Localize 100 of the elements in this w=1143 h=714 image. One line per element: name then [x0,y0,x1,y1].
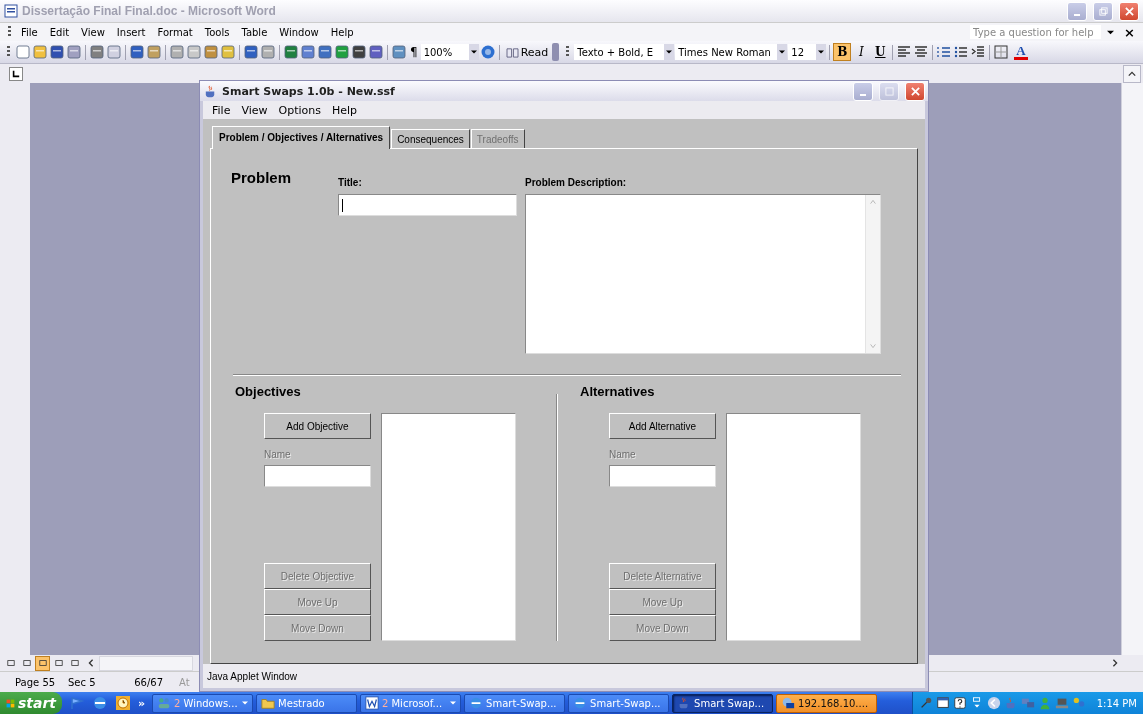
format-button[interactable]: B [833,43,852,61]
caret-up-icon [1128,69,1136,78]
taskbar-button[interactable]: Smart-Swap... [464,693,566,713]
tab[interactable]: Problem / Objectives / Alternatives [212,126,391,149]
window-icon[interactable] [935,696,950,710]
font-dropdown[interactable]: Times New Roman [675,44,788,60]
align-center-icon[interactable] [913,44,930,60]
tab[interactable]: Consequences [391,129,470,148]
toolbar-grip[interactable] [8,26,11,38]
expand-tray-icon[interactable] [986,696,1001,710]
format-button[interactable]: I [852,43,871,61]
network-icon [781,696,796,710]
dropdown-arrow-icon [779,49,786,55]
caret-left-icon [86,659,95,667]
menu-item[interactable]: Help [324,26,360,38]
field-label: Problem Description: [525,177,628,188]
menu-item[interactable]: Table [235,26,274,38]
maximize-icon [884,86,894,96]
help-icon[interactable] [952,696,967,710]
laptop-icon[interactable] [1054,696,1069,710]
caret-down-icon [450,700,457,706]
menu-item[interactable]: Tools [198,26,236,38]
restore-icon [1098,6,1108,16]
dropdown-arrow-icon [818,49,825,55]
style-dropdown[interactable]: Texto + Bold, E [574,44,675,60]
dropdown-arrow-icon[interactable] [1107,28,1115,36]
vertical-scrollbar[interactable] [1121,83,1143,655]
name-input-field[interactable] [264,465,371,487]
taskbar-button[interactable]: Mestrado [256,693,358,713]
menu-item[interactable]: Window [273,26,325,38]
window-title: Dissertação Final Final.doc - Microsoft Word [22,4,276,18]
section-heading: Problem [231,169,291,186]
close-icon [1124,6,1134,16]
close-button[interactable] [905,81,925,101]
close-help-button[interactable]: × [1120,24,1139,40]
menu-item[interactable]: Help [327,103,363,117]
page-status: Page 55 [14,676,57,688]
vertical-scrollbar[interactable] [865,195,880,353]
zoom-dropdown[interactable]: 100% [420,44,479,60]
bullet-list-icon[interactable] [953,44,970,60]
taskbar-button[interactable]: Smart Swap... [672,693,774,713]
section-heading: Objectives [235,383,302,401]
minimize-button[interactable] [1067,1,1087,21]
font-size-dropdown[interactable]: 12 [788,44,827,60]
show-more-button[interactable]: » [138,696,146,710]
window-title: Smart Swaps 1.0b - New.ssf [222,84,395,98]
scroll-up-button[interactable] [1123,64,1141,83]
clock-icon[interactable] [115,695,131,711]
book-icon [505,46,519,58]
add-button[interactable]: Add Objective [264,413,371,439]
field-label: Name [609,449,637,460]
menu-item[interactable]: Insert [110,26,152,38]
page-count-status: 66/67 [133,676,164,688]
applet-status: Java Applet Window [207,670,298,682]
minimize-icon [1074,14,1080,16]
toolbar-grip[interactable] [566,46,570,58]
menu-item[interactable]: Format [151,26,199,38]
flag-icon[interactable] [69,695,85,711]
indent-icon[interactable] [970,44,987,60]
position-status: At [179,676,190,688]
view-button[interactable] [35,655,50,671]
menu-item[interactable]: View [236,103,273,117]
minimize-button[interactable] [853,81,873,101]
caret-right-icon [1110,659,1119,667]
corner-icon [12,69,20,78]
menu-item[interactable]: Options [273,103,326,117]
font-color-button[interactable]: A [1014,44,1028,60]
start-button[interactable]: start [0,692,62,714]
help-icon[interactable] [479,44,496,60]
format-button[interactable]: U [871,43,890,61]
help-search-field[interactable]: Type a question for help [970,25,1102,39]
close-icon [910,86,920,96]
numbered-list-icon[interactable] [936,44,953,60]
toolbar-options-button[interactable] [552,43,560,61]
menu-item[interactable]: File [15,26,44,38]
document-icon [4,4,18,18]
menu-item[interactable]: File [207,103,236,117]
taskbar-button[interactable]: Smart-Swap... [568,693,670,713]
section-status: Sec 5 [68,676,97,688]
toolbar-grip[interactable] [7,46,10,58]
title-input-field[interactable] [338,194,517,216]
border-icon[interactable] [993,44,1010,60]
menu-item[interactable]: View [75,26,111,38]
caret-up-icon [869,198,877,206]
dropdown-arrow-icon [470,49,477,55]
horizontal-scrollbar[interactable] [99,655,193,671]
read-button[interactable]: Read [502,45,552,59]
name-input-field[interactable] [609,465,716,487]
close-button[interactable] [1119,1,1139,21]
document-icon [365,696,380,710]
caret-down-icon [869,342,877,350]
pilcrow-button[interactable]: ¶ [408,45,420,59]
restore-button[interactable] [1093,1,1113,21]
taskbar-button[interactable]: 2 Microsof... [360,693,462,713]
align-left-icon[interactable] [896,44,913,60]
menu-item[interactable]: Edit [43,26,76,38]
tab-selector-button[interactable] [9,66,23,81]
taskbar-button[interactable]: 192.168.10.... [776,693,878,713]
taskbar-button[interactable]: 2 Windows... [152,693,254,713]
add-button[interactable]: Add Alternative [609,413,716,439]
